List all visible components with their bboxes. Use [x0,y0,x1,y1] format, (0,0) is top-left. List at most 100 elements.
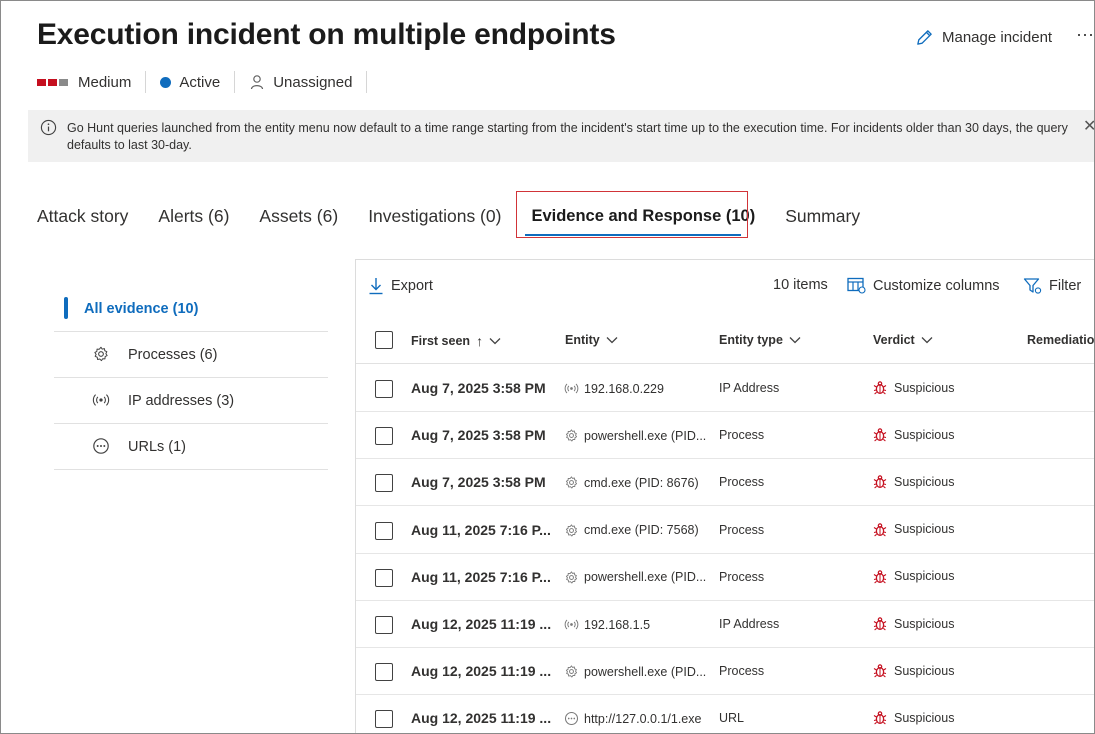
entity-cell[interactable]: 192.168.0.229 [564,381,712,396]
row-checkbox[interactable] [375,427,393,446]
verdict-cell: Suspicious [873,427,954,442]
severity-bars [37,78,70,86]
entity-name: http://127.0.0.1/1.exe [584,711,702,726]
manage-incident-button[interactable]: Manage incident [915,28,1052,47]
bug-icon [873,710,887,725]
verdict-label: Suspicious [894,427,955,442]
verdict-label: Suspicious [894,710,955,725]
verdict-label: Suspicious [894,663,955,678]
table-row[interactable]: Aug 11, 2025 7:16 P... cmd.exe (PID: 7568… [356,507,1094,554]
status-label: Active [179,73,221,91]
table-row[interactable]: Aug 12, 2025 11:19 ... http://127.0.0.1/1… [356,695,1094,733]
assignee-label: Unassigned [273,73,353,91]
entity-cell[interactable]: 192.168.1.5 [564,617,712,632]
column-first-seen[interactable]: First seen ↑ [411,333,501,349]
table-row[interactable]: Aug 12, 2025 11:19 ... 192.168.1.5 IP Addr… [356,601,1094,648]
verdict-cell: Suspicious [873,616,954,631]
severity-bar [59,78,68,86]
table-row[interactable]: Aug 11, 2025 7:16 P... powershell.exe (PI… [356,554,1094,601]
column-label: Remediatio [1027,333,1095,347]
assignee-button[interactable]: Unassigned [249,71,368,93]
active-tab-highlight [516,191,748,238]
entity-name: 192.168.1.5 [584,617,651,632]
manage-incident-label: Manage incident [942,29,1053,46]
entity-type-cell: Process [719,664,765,679]
column-entity[interactable]: Entity [565,333,618,347]
severity-bar [48,78,57,86]
nav-item-urls[interactable]: URLs (1) [54,424,328,470]
column-label: Entity type [719,333,783,347]
row-checkbox[interactable] [375,474,393,493]
verdict-cell: Suspicious [873,569,954,584]
entity-type-cell: Process [719,522,765,537]
evidence-nav: All evidence (10) Processes (6) IP addre… [54,286,328,470]
info-icon [40,119,57,136]
export-button[interactable]: Export [368,277,433,295]
entity-cell[interactable]: cmd.exe (PID: 8676) [564,475,712,490]
tab-summary[interactable]: Summary [785,206,860,227]
entity-cell[interactable]: http://127.0.0.1/1.exe [564,711,712,726]
table-row[interactable]: Aug 12, 2025 11:19 ... powershell.exe (PI… [356,648,1094,696]
nav-item-ip-addresses[interactable]: IP addresses (3) [54,378,328,424]
row-checkbox[interactable] [375,568,393,587]
table-header: First seen ↑ Entity Entity type Verdict … [356,320,1094,364]
row-checkbox[interactable] [375,710,393,729]
bug-icon [873,522,887,537]
severity-bar [37,78,46,86]
table-row[interactable]: Aug 7, 2025 3:58 PM cmd.exe (PID: 8676) Pr… [356,459,1094,507]
row-checkbox[interactable] [375,616,393,634]
verdict-cell: Suspicious [873,380,954,395]
bug-icon [873,663,887,678]
entity-name: cmd.exe (PID: 7568) [584,523,699,538]
column-entity-type[interactable]: Entity type [719,333,801,347]
tab-assets[interactable]: Assets (6) [259,206,338,227]
column-verdict[interactable]: Verdict [873,333,933,347]
filter-button[interactable]: Filter [1023,277,1081,295]
entity-cell[interactable]: powershell.exe (PID... [564,428,712,443]
gear-icon [564,475,579,490]
verdict-cell: Suspicious [873,522,954,537]
chevron-down-icon [789,337,801,344]
column-remediation[interactable]: Remediatio [1027,333,1094,347]
verdict-cell: Suspicious [873,474,954,489]
verdict-label: Suspicious [894,522,955,537]
row-checkbox[interactable] [375,521,393,540]
sort-ascending-icon: ↑ [476,333,484,349]
first-seen-cell: Aug 11, 2025 7:16 P... [411,521,551,538]
column-label: First seen [411,334,471,348]
tab-investigations[interactable]: Investigations (0) [368,206,501,227]
row-checkbox[interactable] [375,380,393,398]
incident-meta: Medium Active Unassigned [37,71,381,93]
customize-columns-button[interactable]: Customize columns [847,277,1000,294]
status-indicator: Active [160,71,236,93]
nav-item-all-evidence[interactable]: All evidence (10) [54,286,328,332]
url-icon [564,711,579,726]
entity-cell[interactable]: powershell.exe (PID... [564,664,712,679]
entity-cell[interactable]: cmd.exe (PID: 7568) [564,523,712,538]
first-seen-cell: Aug 12, 2025 11:19 ... [411,710,552,727]
select-all-checkbox[interactable] [375,331,393,349]
table-row[interactable]: Aug 7, 2025 3:58 PM powershell.exe (PID..… [356,412,1094,460]
close-icon[interactable]: ✕ [1083,118,1094,135]
banner-text: Go Hunt queries launched from the entity… [67,121,1068,152]
first-seen-cell: Aug 12, 2025 11:19 ... [411,616,552,632]
bug-icon [873,569,887,584]
broadcast-icon [92,394,110,406]
filter-icon [1023,278,1042,294]
entity-type-cell: Process [719,475,765,490]
table-row[interactable]: Aug 7, 2025 3:58 PM 192.168.0.229 IP Addre… [356,365,1094,412]
entity-type-cell: IP Address [719,617,780,631]
verdict-label: Suspicious [894,569,955,584]
download-icon [369,278,383,295]
tab-alerts[interactable]: Alerts (6) [158,206,229,227]
entity-name: cmd.exe (PID: 8676) [584,475,699,490]
url-icon [93,438,109,454]
more-options-button[interactable]: ⋯ [1076,25,1094,46]
evidence-panel: Export 10 items Customize columns Filter… [355,259,1094,733]
row-checkbox[interactable] [375,663,393,682]
entity-cell[interactable]: powershell.exe (PID... [564,570,712,585]
broadcast-icon [564,381,579,396]
tab-attack-story[interactable]: Attack story [37,206,128,227]
gear-icon [564,664,579,679]
nav-item-processes[interactable]: Processes (6) [54,332,328,378]
